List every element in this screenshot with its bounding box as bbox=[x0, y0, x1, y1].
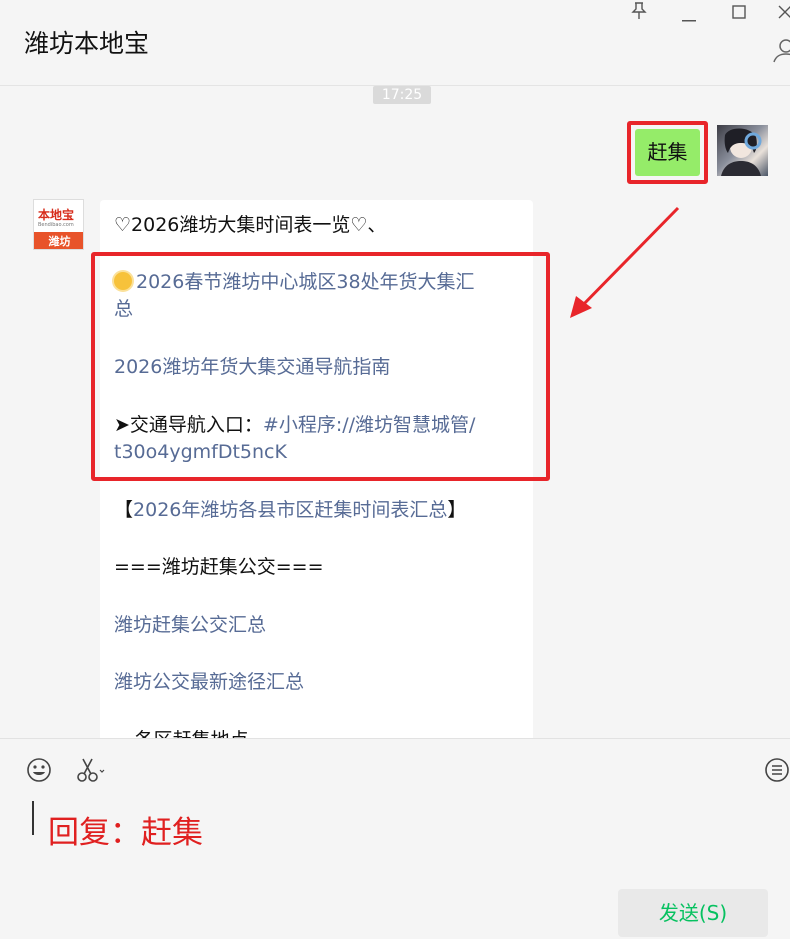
bubble-heading: ♡2026潍坊大集时间表一览♡、 bbox=[114, 214, 387, 236]
section-bus-heading: ===潍坊赶集公交=== bbox=[114, 556, 324, 578]
message-input[interactable]: 回复：赶集 bbox=[48, 807, 203, 852]
message-timestamp: 17:25 bbox=[373, 86, 431, 104]
window-header: 潍坊本地宝 bbox=[0, 0, 790, 86]
my-message-bubble[interactable]: 赶集 bbox=[635, 129, 700, 176]
text-caret bbox=[32, 801, 34, 835]
bracket-open: 【 bbox=[114, 499, 134, 521]
official-account-avatar[interactable]: 本地宝 Bendibao.com 潍坊 bbox=[33, 199, 84, 250]
my-avatar[interactable] bbox=[717, 125, 768, 176]
maximize-icon[interactable] bbox=[732, 4, 746, 24]
red-arrow-annotation bbox=[570, 206, 680, 318]
bracket-close: 】 bbox=[447, 499, 467, 521]
chat-info-icon[interactable] bbox=[772, 38, 790, 64]
send-button[interactable]: 发送(S) bbox=[618, 889, 768, 937]
chat-history-icon[interactable] bbox=[764, 757, 790, 787]
emoji-icon[interactable] bbox=[26, 757, 52, 787]
section-locations-heading: ---各区赶集地点--- bbox=[114, 727, 269, 738]
link-county-schedule[interactable]: 2026年潍坊各县市区赶集时间表汇总 bbox=[133, 499, 447, 521]
avatar-logo-text: 本地宝 bbox=[38, 208, 75, 222]
link-bus-summary[interactable]: 潍坊赶集公交汇总 bbox=[114, 612, 266, 638]
chat-title: 潍坊本地宝 bbox=[24, 29, 150, 58]
avatar-url-text: Bendibao.com bbox=[38, 222, 74, 228]
close-icon[interactable] bbox=[778, 4, 790, 24]
pin-icon[interactable] bbox=[631, 2, 647, 25]
screenshot-scissors-icon[interactable] bbox=[76, 757, 106, 787]
minimize-icon[interactable] bbox=[682, 8, 696, 28]
avatar-city-text: 潍坊 bbox=[34, 232, 83, 249]
chat-message-area[interactable]: 17:25 赶集 本地宝 Bendibao.com 潍坊 ♡2026潍坊大集时间… bbox=[0, 86, 790, 738]
highlight-links-box bbox=[91, 252, 550, 481]
highlight-my-message: 赶集 bbox=[627, 121, 708, 184]
input-area: 回复：赶集 发送(S) bbox=[0, 738, 790, 939]
county-schedule-line: 【2026年潍坊各县市区赶集时间表汇总】 bbox=[114, 497, 466, 523]
link-bus-routes[interactable]: 潍坊公交最新途径汇总 bbox=[114, 669, 304, 695]
